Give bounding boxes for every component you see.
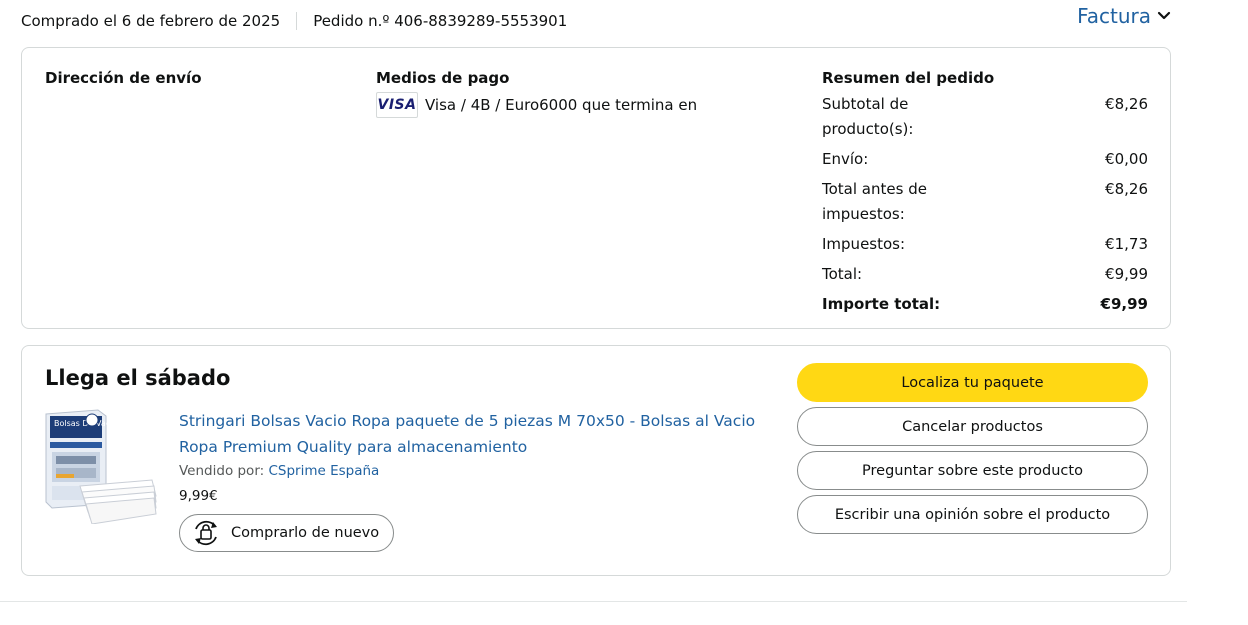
summary-row-tax: Impuestos: €1,73 (822, 232, 1148, 257)
visa-card-icon: VISA (376, 92, 418, 118)
order-details-page: Comprado el 6 de febrero de 2025 Pedido … (0, 0, 1248, 625)
order-summary-rows: Subtotal de producto(s): €8,26 Envío: €0… (822, 92, 1148, 317)
buy-again-label: Comprarlo de nuevo (231, 525, 380, 541)
track-package-button[interactable]: Localiza tu paquete (797, 363, 1148, 402)
summary-row-shipping: Envío: €0,00 (822, 147, 1148, 172)
buy-again-button[interactable]: Comprarlo de nuevo (179, 514, 395, 552)
summary-row-grand-total: Importe total: €9,99 (822, 292, 1148, 317)
shipping-address-section: Dirección de envío (45, 69, 202, 87)
order-summary-title: Resumen del pedido (822, 69, 995, 87)
seller-link[interactable]: CSprime España (268, 463, 379, 479)
summary-row-label: Total: (822, 265, 863, 283)
order-info-box: Dirección de envío Medios de pago VISA V… (21, 47, 1171, 329)
summary-row-value: €8,26 (1105, 180, 1148, 198)
payment-method-title: Medios de pago (376, 69, 510, 87)
sold-by-line: Vendido por: CSprime España (179, 463, 379, 479)
payment-method-line: VISA Visa / 4B / Euro6000 que termina en (376, 92, 697, 118)
summary-row-total: Total: €9,99 (822, 262, 1148, 287)
payment-method-section: Medios de pago VISA Visa / 4B / Euro6000… (376, 69, 697, 118)
arrival-status: Llega el sábado (45, 366, 231, 390)
write-review-button[interactable]: Escribir una opinión sobre el producto (797, 495, 1148, 534)
summary-row-label: Envío: (822, 150, 869, 168)
product-title-link[interactable]: Stringari Bolsas Vacio Ropa paquete de 5… (179, 408, 779, 460)
summary-row-subtotal: Subtotal de producto(s): €8,26 (822, 92, 1148, 142)
summary-row-value: €8,26 (1105, 95, 1148, 113)
sold-by-label: Vendido por: (179, 463, 265, 479)
header-divider (296, 12, 298, 30)
invoice-dropdown[interactable]: Factura (1077, 4, 1171, 28)
summary-row-value: €0,00 (1105, 150, 1148, 168)
summary-row-label: Subtotal de producto(s): (822, 95, 914, 138)
summary-row-value: €9,99 (1100, 295, 1148, 313)
ask-product-question-button[interactable]: Preguntar sobre este producto (797, 451, 1148, 490)
bottom-divider (0, 601, 1187, 602)
cancel-items-button[interactable]: Cancelar productos (797, 407, 1148, 446)
product-image[interactable]: Bolsas De Vacio (44, 408, 158, 524)
summary-row-label: Impuestos: (822, 235, 906, 253)
order-header: Comprado el 6 de febrero de 2025 Pedido … (21, 4, 1171, 34)
shipping-address-title: Dirección de envío (45, 69, 202, 87)
product-price: 9,99€ (179, 488, 218, 504)
summary-row-value: €9,99 (1105, 265, 1148, 283)
chevron-down-icon (1157, 11, 1171, 20)
purchase-date: Comprado el 6 de febrero de 2025 (21, 12, 281, 30)
invoice-label: Factura (1077, 4, 1151, 28)
summary-row-value: €1,73 (1105, 235, 1148, 253)
payment-method-text: Visa / 4B / Euro6000 que termina en (425, 96, 698, 114)
summary-row-pretax: Total antes de impuestos: €8,26 (822, 177, 1148, 227)
shipment-box: Llega el sábado Bolsas De Vacio Stringar… (21, 345, 1171, 576)
summary-row-label: Total antes de impuestos: (822, 180, 927, 223)
order-number: Pedido n.º 406-8839289-5553901 (313, 12, 568, 30)
buy-again-icon (195, 520, 217, 546)
order-summary-section: Resumen del pedido Subtotal de producto(… (822, 69, 1148, 317)
summary-row-label: Importe total: (822, 295, 941, 313)
